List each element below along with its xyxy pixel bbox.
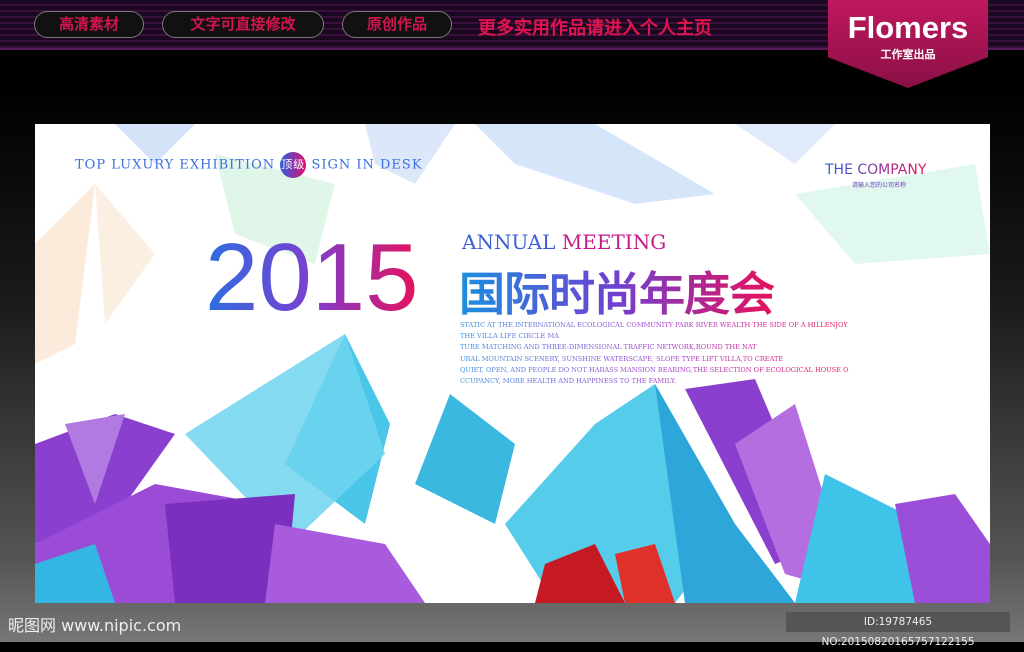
brand-name: Flomers bbox=[847, 10, 969, 45]
brand-logo: Flomers 工作室出品 bbox=[828, 0, 988, 88]
crystal-shape bbox=[95, 184, 155, 324]
crystal-shape bbox=[265, 524, 425, 603]
company-subtitle: 请输入您的公司名称 bbox=[852, 182, 907, 189]
brand-sub: 工作室出品 bbox=[880, 48, 936, 61]
crystal-shape bbox=[415, 394, 515, 524]
tagline-left: TOP LUXURY EXHIBITION bbox=[75, 157, 276, 173]
poster: TOP LUXURY EXHIBITION 顶级 SIGN IN DESK 20… bbox=[35, 124, 990, 603]
chinese-title: 国际时尚年度会 bbox=[459, 258, 775, 324]
crystal-shape bbox=[795, 164, 990, 264]
year-heading: 2015 bbox=[205, 224, 419, 331]
top-tagline: TOP LUXURY EXHIBITION 顶级 SIGN IN DESK bbox=[75, 152, 423, 178]
tagline-right: SIGN IN DESK bbox=[311, 157, 423, 173]
watermark: 昵图网 www.nipic.com bbox=[8, 616, 182, 635]
description-paragraph: STATIC AT THE INTERNATIONAL ECOLOGICAL C… bbox=[460, 320, 849, 387]
tag-editable: 文字可直接修改 bbox=[162, 11, 324, 38]
tag-original: 原创作品 bbox=[342, 11, 452, 38]
top-badge: 顶级 bbox=[280, 152, 307, 178]
crystal-shape bbox=[735, 124, 835, 164]
crystal-shape bbox=[35, 184, 95, 364]
company-name: THE COMPANY bbox=[825, 162, 927, 178]
crystal-shape bbox=[475, 124, 715, 204]
tag-hd: 高清素材 bbox=[34, 11, 144, 38]
image-id: ID:19787465 NO:20150820165757122155 bbox=[786, 612, 1010, 648]
promo-text[interactable]: 更多实用作品请进入个人主页 bbox=[478, 14, 712, 40]
meeting-text: MEETING bbox=[561, 230, 667, 254]
annual-text: ANNUAL bbox=[462, 230, 556, 254]
annual-meeting: ANNUAL MEETING bbox=[462, 230, 666, 254]
